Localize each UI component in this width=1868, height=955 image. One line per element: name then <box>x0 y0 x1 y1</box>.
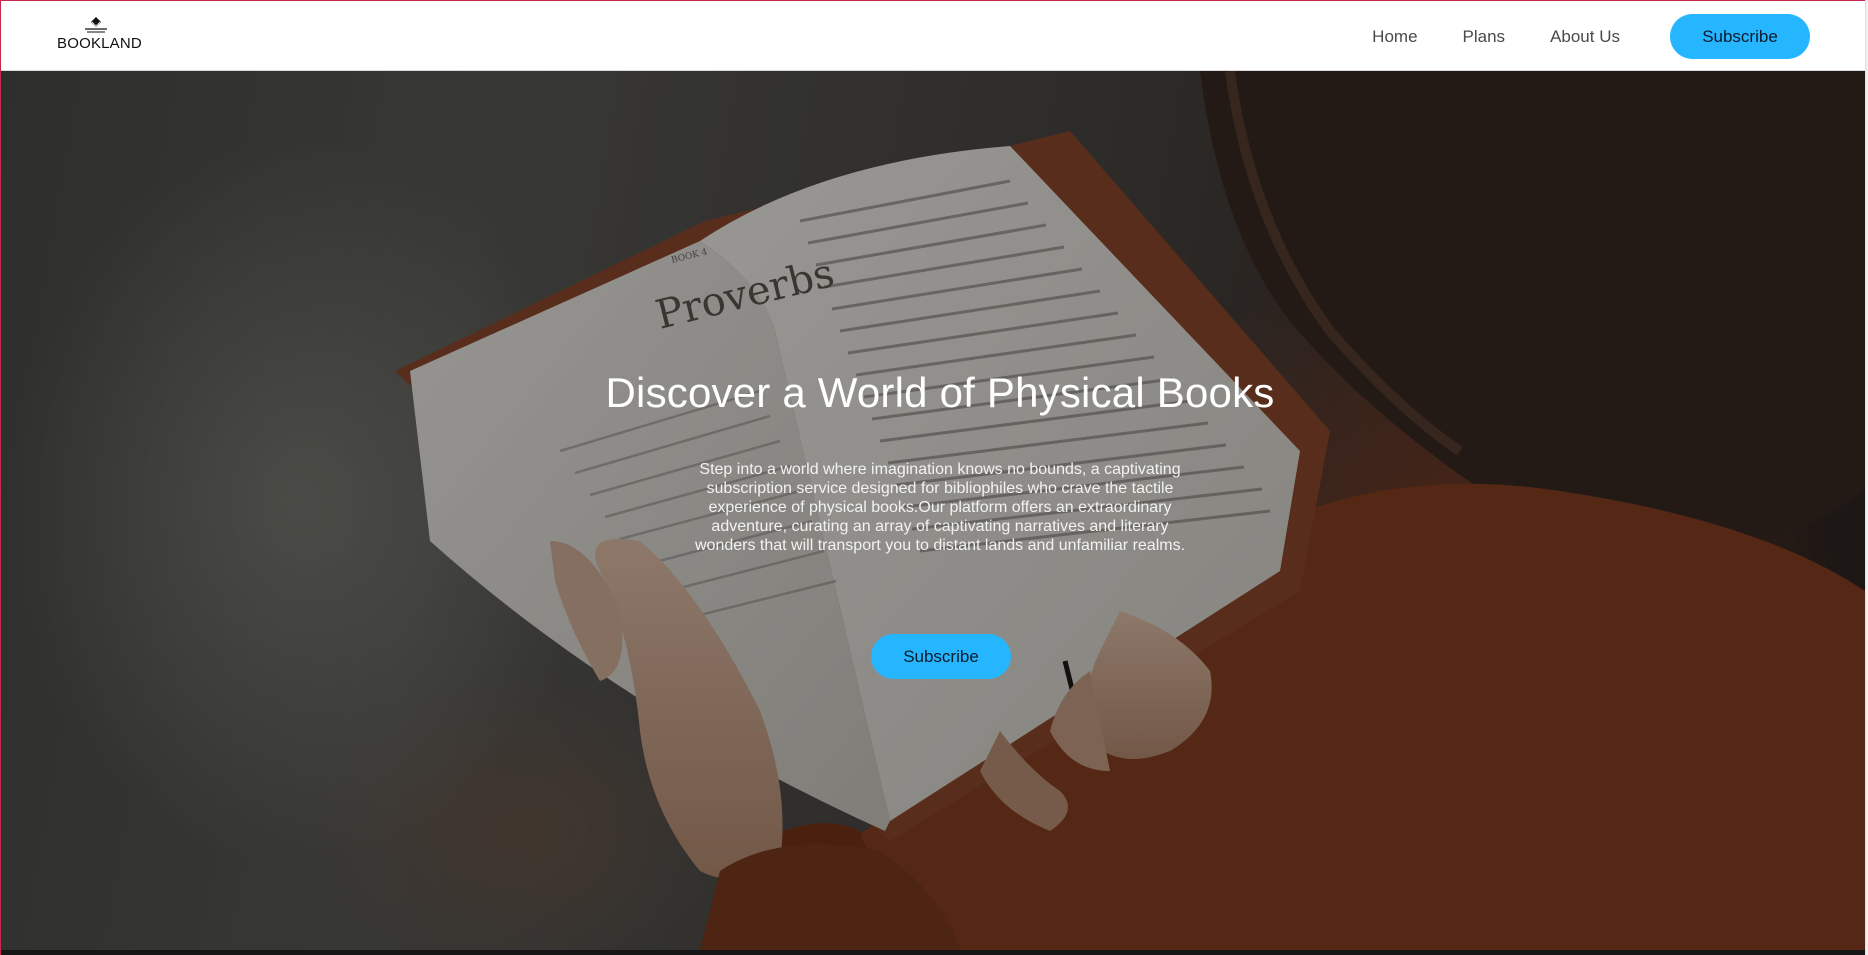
nav-home[interactable]: Home <box>1372 27 1417 47</box>
hero-title: Discover a World of Physical Books <box>605 369 1275 416</box>
hero-content: Discover a World of Physical Books Step … <box>0 71 1865 950</box>
site-header: BOOKLAND Home Plans About Us Subscribe <box>0 0 1865 71</box>
main-nav: Home Plans About Us Subscribe <box>1372 14 1810 59</box>
nav-plans[interactable]: Plans <box>1463 27 1506 47</box>
logo-text: BOOKLAND <box>57 35 142 52</box>
page: BOOKLAND Home Plans About Us Subscribe P… <box>0 0 1868 955</box>
window-edge-left <box>0 0 1 955</box>
window-edge-top <box>0 0 1868 1</box>
nav-about-us[interactable]: About Us <box>1550 27 1620 47</box>
book-stack-icon <box>85 17 107 33</box>
hero-subscribe-button[interactable]: Subscribe <box>871 634 1011 679</box>
header-subscribe-button[interactable]: Subscribe <box>1670 14 1810 59</box>
page-bottom-edge <box>0 950 1868 955</box>
hero-description: Step into a world where imagination know… <box>695 461 1186 554</box>
hero-section: Proverbs BOOK 4 Discover a World of Phys… <box>0 71 1865 950</box>
logo-link[interactable]: BOOKLAND <box>57 16 142 56</box>
